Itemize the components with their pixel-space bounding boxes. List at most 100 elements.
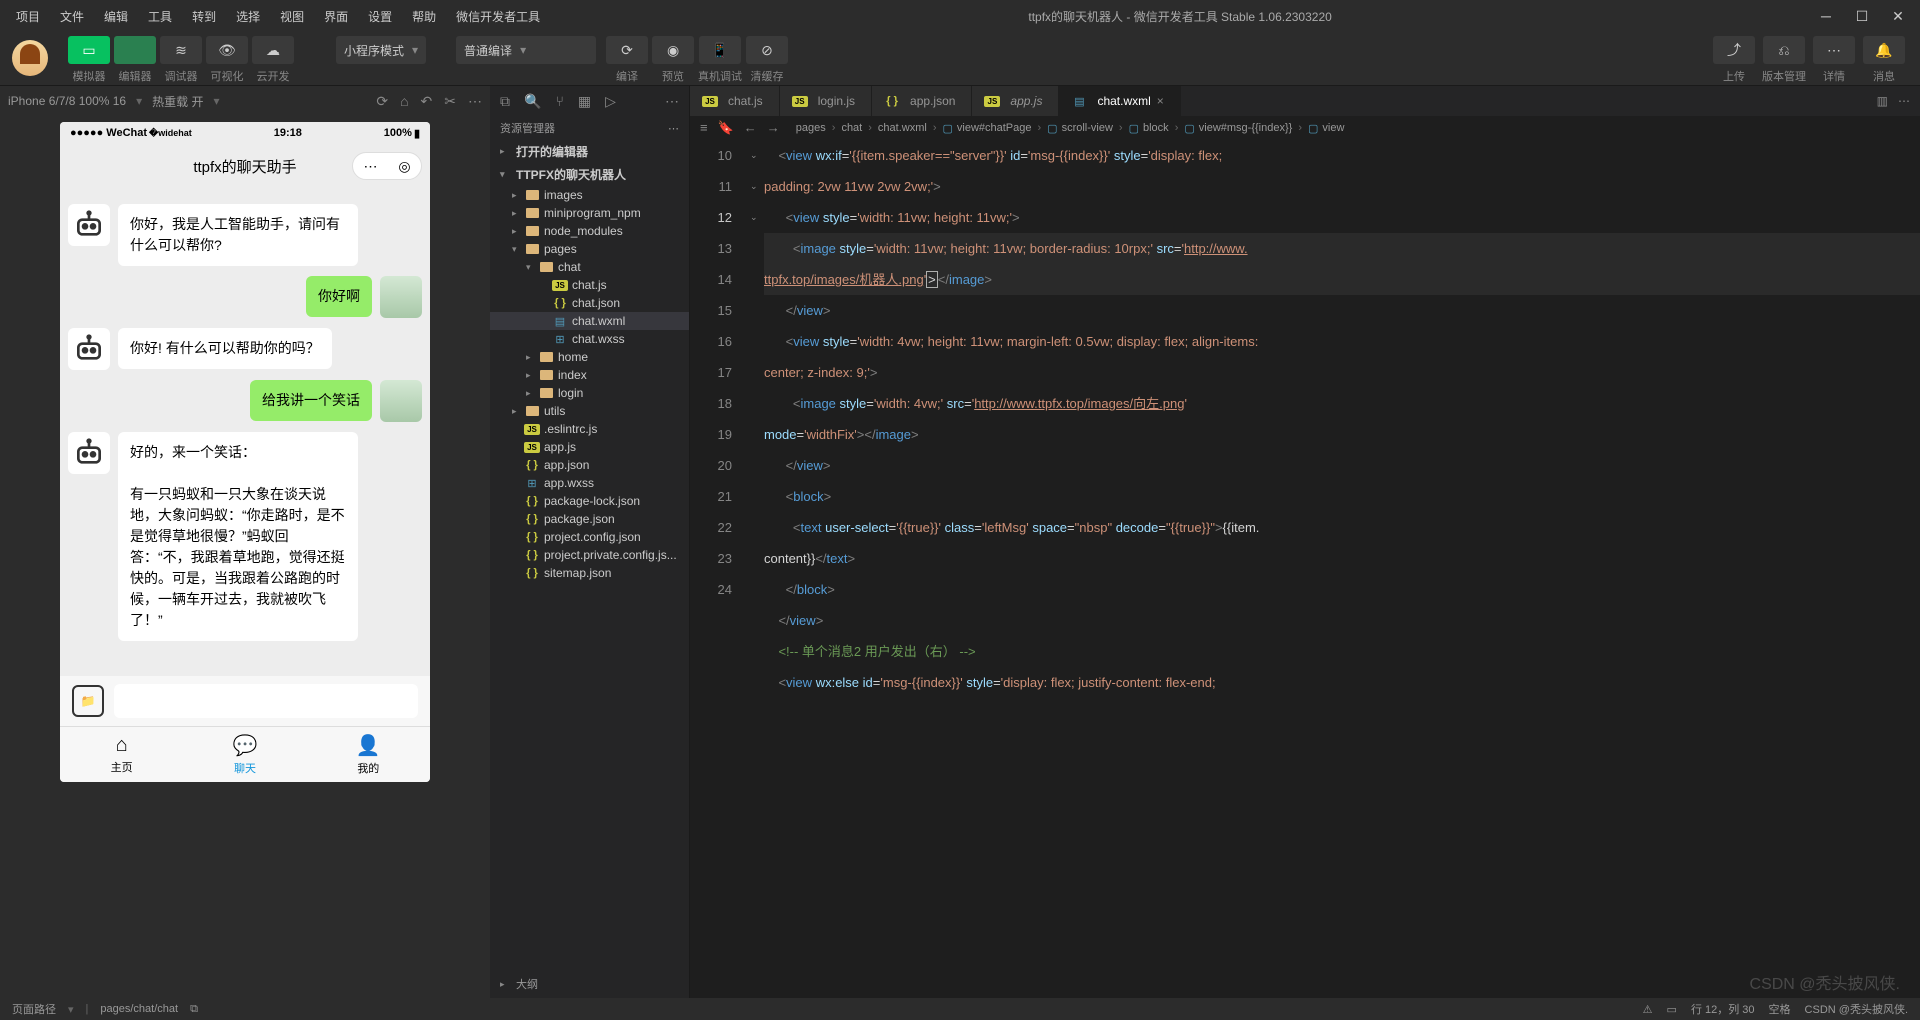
menu-帮助[interactable]: 帮助 — [404, 4, 444, 29]
rtool-上传[interactable]: ⤴ — [1713, 36, 1755, 64]
dock-icon[interactable]: ▭ — [1667, 1003, 1677, 1016]
action-预览[interactable]: ◉ — [652, 36, 694, 64]
chat-input[interactable] — [114, 684, 418, 718]
tool-编辑器[interactable] — [114, 36, 156, 64]
tree-sitemap.json[interactable]: { }sitemap.json — [490, 564, 689, 582]
menu-工具[interactable]: 工具 — [140, 4, 180, 29]
action-清缓存[interactable]: ⊘ — [746, 36, 788, 64]
project-root[interactable]: ▾TTPFX的聊天机器人 — [490, 163, 689, 186]
tabbar-聊天[interactable]: 💬聊天 — [183, 727, 306, 782]
cursor-position[interactable]: 行 12，列 30 — [1691, 1001, 1755, 1017]
tree-node_modules[interactable]: ▸node_modules — [490, 222, 689, 240]
tool-调试器[interactable]: ≋ — [160, 36, 202, 64]
indent-mode[interactable]: 空格 — [1769, 1001, 1791, 1017]
tree-app.wxss[interactable]: ⊞app.wxss — [490, 474, 689, 492]
home-icon[interactable]: ⌂ — [400, 93, 408, 110]
tree-project.private.config.js...[interactable]: { }project.private.config.js... — [490, 546, 689, 564]
tree-miniprogram_npm[interactable]: ▸miniprogram_npm — [490, 204, 689, 222]
back-icon[interactable]: ↶ — [421, 93, 433, 110]
nav-fwd-icon[interactable]: → — [767, 120, 780, 136]
tool-模拟器[interactable]: ▭ — [68, 36, 110, 64]
breadcrumb-item[interactable]: ▢ view#chatPage — [942, 122, 1031, 135]
tab-app.js[interactable]: JSapp.js — [972, 86, 1059, 116]
capsule-button[interactable]: ⋯◎ — [352, 152, 422, 180]
tab-app.json[interactable]: { }app.json — [872, 86, 972, 116]
tree-app.json[interactable]: { }app.json — [490, 456, 689, 474]
rtool-消息[interactable]: 🔔 — [1863, 36, 1905, 64]
tree-package.json[interactable]: { }package.json — [490, 510, 689, 528]
tabbar-主页[interactable]: ⌂主页 — [60, 727, 183, 782]
menu-项目[interactable]: 项目 — [8, 4, 48, 29]
tree-pages[interactable]: ▾pages — [490, 240, 689, 258]
cut-icon[interactable]: ✂ — [444, 93, 456, 110]
minimize-button[interactable]: ─ — [1812, 2, 1840, 30]
attach-icon[interactable]: 📁 — [72, 685, 104, 717]
close-button[interactable]: ✕ — [1884, 2, 1912, 30]
tree-app.js[interactable]: JSapp.js — [490, 438, 689, 456]
run-icon[interactable]: ▷ — [605, 93, 616, 110]
branch-icon[interactable]: ⑂ — [555, 93, 563, 109]
menu-视图[interactable]: 视图 — [272, 4, 312, 29]
bookmark-icon[interactable]: 🔖 — [718, 120, 734, 136]
rtool-版本管理[interactable]: ⎌ — [1763, 36, 1805, 64]
tab-chat.wxml[interactable]: ▤chat.wxml× — [1059, 86, 1180, 116]
code-area[interactable]: 101112131415161718192021222324 ⌄⌄⌄ <view… — [690, 140, 1920, 998]
breadcrumb-item[interactable]: ▢ view — [1308, 122, 1344, 135]
rtool-详情[interactable]: ⋯ — [1813, 36, 1855, 64]
tree-project.config.json[interactable]: { }project.config.json — [490, 528, 689, 546]
chat-scroll[interactable]: 你好，我是人工智能助手，请问有什么可以帮你?你好啊你好! 有什么可以帮助你的吗？… — [60, 188, 430, 676]
tree-index[interactable]: ▸index — [490, 366, 689, 384]
hot-reload-toggle[interactable]: 热重载 开 — [152, 93, 203, 110]
action-编译[interactable]: ⟳ — [606, 36, 648, 64]
breadcrumb-item[interactable]: ▢ view#msg-{{index}} — [1184, 122, 1292, 135]
breadcrumb-item[interactable]: pages — [796, 122, 826, 134]
mode-dropdown[interactable]: 小程序模式 — [336, 36, 426, 64]
device-selector[interactable]: iPhone 6/7/8 100% 16 — [8, 94, 126, 108]
maximize-button[interactable]: ☐ — [1848, 2, 1876, 30]
menu-转到[interactable]: 转到 — [184, 4, 224, 29]
more-icon[interactable]: ⋯ — [468, 93, 482, 110]
warning-icon[interactable]: ⚠ — [1643, 1003, 1653, 1016]
tabbar-我的[interactable]: 👤我的 — [307, 727, 430, 782]
breadcrumb-item[interactable]: chat.wxml — [878, 122, 927, 134]
tree-utils[interactable]: ▸utils — [490, 402, 689, 420]
tree-chat.wxml[interactable]: ▤chat.wxml — [490, 312, 689, 330]
menu-微信开发者工具[interactable]: 微信开发者工具 — [448, 4, 548, 29]
search-icon[interactable]: 🔍 — [524, 93, 541, 110]
breadcrumb-item[interactable]: chat — [841, 122, 862, 134]
explorer-more-icon[interactable]: ⋯ — [665, 93, 679, 110]
tab-login.js[interactable]: JSlogin.js — [780, 86, 872, 116]
nav-back-icon[interactable]: ← — [744, 120, 757, 136]
tree-images[interactable]: ▸images — [490, 186, 689, 204]
tree-home[interactable]: ▸home — [490, 348, 689, 366]
menu-设置[interactable]: 设置 — [360, 4, 400, 29]
tree-.eslintrc.js[interactable]: JS.eslintrc.js — [490, 420, 689, 438]
tree-login[interactable]: ▸login — [490, 384, 689, 402]
user-avatar[interactable] — [12, 40, 48, 76]
outline-section[interactable]: ▸大纲 — [490, 970, 689, 998]
breadcrumb-item[interactable]: ▢ scroll-view — [1047, 122, 1113, 135]
page-path-value[interactable]: pages/chat/chat — [100, 1003, 178, 1015]
list-icon[interactable]: ≡ — [700, 120, 708, 136]
menu-选择[interactable]: 选择 — [228, 4, 268, 29]
action-真机调试[interactable]: 📱 — [699, 36, 741, 64]
breadcrumb-item[interactable]: ▢ block — [1129, 122, 1169, 135]
tab-more-icon[interactable]: ⋯ — [1898, 94, 1910, 108]
compile-dropdown[interactable]: 普通编译 — [456, 36, 596, 64]
extensions-icon[interactable]: ▦ — [578, 93, 591, 110]
open-editors-section[interactable]: ▸打开的编辑器 — [490, 140, 689, 163]
tree-package-lock.json[interactable]: { }package-lock.json — [490, 492, 689, 510]
menu-文件[interactable]: 文件 — [52, 4, 92, 29]
tree-chat[interactable]: ▾chat — [490, 258, 689, 276]
page-path-label[interactable]: 页面路径 — [12, 1001, 56, 1017]
refresh-icon[interactable]: ⟳ — [376, 93, 388, 110]
copy-icon[interactable]: ⧉ — [190, 1003, 198, 1016]
menu-编辑[interactable]: 编辑 — [96, 4, 136, 29]
tree-chat.json[interactable]: { }chat.json — [490, 294, 689, 312]
menu-界面[interactable]: 界面 — [316, 4, 356, 29]
tree-chat.wxss[interactable]: ⊞chat.wxss — [490, 330, 689, 348]
explorer-menu-icon[interactable]: ⋯ — [668, 122, 679, 135]
tab-chat.js[interactable]: JSchat.js — [690, 86, 780, 116]
files-icon[interactable]: ⧉ — [500, 93, 510, 110]
tree-chat.js[interactable]: JSchat.js — [490, 276, 689, 294]
